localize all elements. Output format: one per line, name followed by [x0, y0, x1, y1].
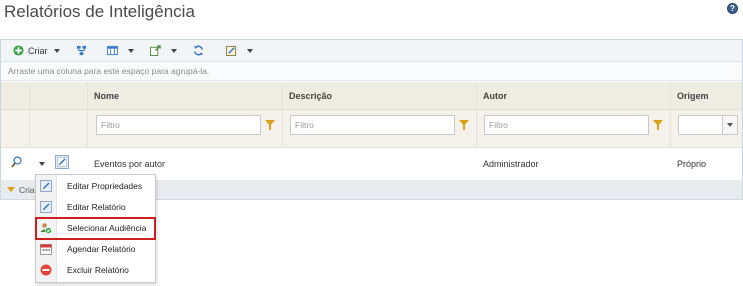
grid-filter-row: Filtro Filtro Filtro: [1, 110, 742, 148]
filter-funnel-icon[interactable]: [7, 187, 15, 192]
menu-item-label: Agendar Relatório: [67, 244, 136, 254]
row-context-menu: Editar Propriedades Editar Relatório Sel…: [35, 174, 156, 283]
chevron-down-icon: [722, 116, 737, 134]
filter-input-descricao[interactable]: Filtro: [290, 115, 455, 135]
column-header-descricao[interactable]: Descrição: [289, 91, 332, 101]
magnifier-icon[interactable]: [11, 156, 22, 168]
chevron-down-icon: [127, 48, 134, 53]
menu-item-label: Editar Propriedades: [67, 181, 143, 191]
export-icon: [149, 45, 161, 56]
page-title: Relatórios de Inteligência: [4, 2, 195, 21]
edit-report-icon: [40, 201, 52, 213]
menu-item-edit-report[interactable]: Editar Relatório: [36, 197, 155, 218]
column-separator: [282, 110, 283, 147]
cell-origem: Próprio: [677, 159, 707, 169]
chevron-down-icon: [53, 48, 60, 53]
menu-item-label: Editar Relatório: [67, 202, 126, 212]
audience-icon: [40, 223, 52, 234]
filter-input-nome[interactable]: Filtro: [96, 115, 261, 135]
export-button[interactable]: [149, 42, 177, 60]
filter-funnel-icon[interactable]: [459, 120, 469, 130]
column-separator: [476, 110, 477, 147]
chevron-down-icon[interactable]: [39, 162, 45, 166]
menu-item-label: Selecionar Audiência: [67, 223, 147, 233]
chevron-down-icon: [246, 48, 253, 53]
menu-item-edit-properties[interactable]: Editar Propriedades: [36, 176, 155, 197]
menu-item-select-audience[interactable]: Selecionar Audiência: [35, 217, 156, 240]
column-separator: [282, 82, 283, 109]
filter-input-autor[interactable]: Filtro: [484, 115, 649, 135]
hierarchy-icon: [76, 45, 86, 56]
filter-funnel-icon[interactable]: [653, 120, 663, 130]
edit-layout-icon: [225, 45, 236, 56]
edit-report-icon[interactable]: [55, 155, 69, 169]
delete-icon: [40, 264, 52, 276]
filter-select-origem[interactable]: [678, 115, 738, 135]
help-icon[interactable]: ?: [727, 3, 738, 14]
grid-toolbar: Criar: [1, 40, 742, 62]
filter-funnel-icon[interactable]: [265, 120, 275, 130]
menu-item-schedule-report[interactable]: Agendar Relatório: [36, 239, 155, 260]
column-separator: [29, 82, 30, 109]
column-header-origem[interactable]: Origem: [677, 91, 709, 101]
column-separator: [29, 110, 30, 147]
column-separator: [670, 82, 671, 109]
edit-properties-icon: [40, 180, 52, 192]
cell-autor: Administrador: [483, 159, 539, 169]
column-separator: [476, 82, 477, 109]
column-separator: [87, 82, 88, 109]
menu-item-delete-report[interactable]: Excluir Relatório: [36, 260, 155, 281]
calendar-icon: [40, 244, 52, 255]
edit-layout-button[interactable]: [225, 42, 253, 60]
column-separator: [670, 110, 671, 147]
menu-item-label: Excluir Relatório: [67, 265, 129, 275]
chevron-down-icon: [170, 48, 177, 53]
add-circle-icon: [13, 45, 24, 56]
create-button-label: Criar: [28, 45, 48, 56]
reports-grid: Criar Arraste uma coluna para este espaç…: [0, 39, 743, 181]
column-header-nome[interactable]: Nome: [94, 91, 119, 101]
columns-button[interactable]: [106, 42, 134, 60]
column-separator: [87, 110, 88, 147]
group-by-area[interactable]: Arraste uma coluna para este espaço para…: [1, 62, 742, 81]
cell-nome: Eventos por autor: [94, 159, 166, 169]
grid-header-row: Nome Descrição Autor Origem: [1, 82, 742, 110]
refresh-button[interactable]: [193, 42, 208, 60]
footer-filter-text[interactable]: Cria: [19, 185, 35, 195]
hierarchy-button[interactable]: [76, 42, 91, 60]
refresh-icon: [193, 45, 203, 56]
columns-icon: [106, 45, 118, 56]
create-button[interactable]: Criar: [13, 42, 60, 60]
column-header-autor[interactable]: Autor: [483, 91, 507, 101]
